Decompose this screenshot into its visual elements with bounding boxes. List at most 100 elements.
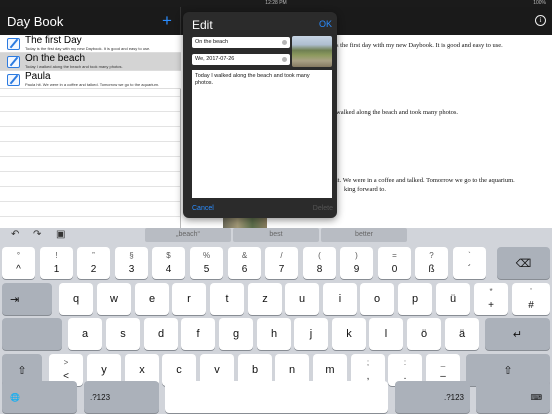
key[interactable]: t (210, 283, 244, 315)
key[interactable]: s (106, 318, 140, 350)
edit-popover: Edit OK On the beach We, 2017-07-26 Toda… (183, 12, 337, 218)
key-label: ä (458, 328, 466, 340)
delete-button[interactable]: Delete (313, 205, 333, 212)
detail-text-line: it. We were in a coffee and talked. Tomo… (336, 177, 515, 184)
suggestion[interactable]: best (233, 228, 319, 242)
key-label: 2 (90, 264, 97, 275)
key-shift-label: & (241, 251, 248, 260)
key[interactable]: g (219, 318, 253, 350)
key-label: r (187, 293, 191, 305)
key[interactable]: § 3 (115, 247, 148, 279)
list-item[interactable]: Paula Paula hit. We were in a coffee and… (0, 71, 181, 89)
entry-title: Paula (25, 71, 51, 82)
key[interactable]: p (398, 283, 432, 315)
key-shift-label: / (280, 251, 283, 260)
numbers-key[interactable]: .?123 (84, 381, 159, 413)
key[interactable]: ! 1 (40, 247, 73, 279)
key[interactable]: r (172, 283, 206, 315)
popover-title: Edit (192, 18, 213, 32)
list-item-selected[interactable]: On the beach Today I walked along the be… (0, 53, 181, 71)
key[interactable]: ? ß (415, 247, 448, 279)
caps-lock-key[interactable] (2, 318, 62, 350)
key-shift-label: : (403, 358, 407, 367)
key[interactable]: * + (474, 283, 508, 315)
numbers-key-right[interactable]: .?123 (395, 381, 470, 413)
key-label: ^ (16, 264, 21, 275)
delete-icon: ⌫ (515, 257, 532, 270)
key-shift-label: ; (366, 358, 370, 367)
key-label: 3 (128, 264, 135, 275)
delete-key[interactable]: ⌫ (497, 247, 550, 279)
notes-textarea[interactable]: Today I walked along the beach and took … (192, 70, 332, 198)
return-key[interactable]: ↵ (485, 318, 550, 350)
info-icon[interactable]: i (535, 15, 546, 26)
key-label: ü (449, 293, 457, 305)
key[interactable]: /7 (265, 247, 298, 279)
keyboard-dismiss-icon: ⌨ (530, 392, 542, 402)
key-label: 8 (316, 264, 323, 275)
suggestion[interactable]: „beach“ (145, 228, 231, 242)
key[interactable]: ' # (512, 283, 550, 315)
detail-text-line: s the first day with my new Daybook. It … (336, 42, 503, 49)
key[interactable]: j (294, 318, 328, 350)
key[interactable]: ö (407, 318, 441, 350)
key-shift-label: ° (16, 251, 21, 260)
key[interactable]: ` ´ (453, 247, 486, 279)
key[interactable]: ü (436, 283, 470, 315)
suggestion[interactable]: better (321, 228, 407, 242)
cancel-button[interactable]: Cancel (192, 205, 214, 212)
ok-button[interactable]: OK (319, 19, 332, 29)
title-field[interactable]: On the beach (192, 37, 290, 48)
key[interactable]: & 6 (228, 247, 261, 279)
space-key[interactable] (165, 381, 388, 413)
clear-icon[interactable] (282, 40, 287, 45)
globe-key[interactable]: 🌐 (2, 381, 77, 413)
key[interactable]: % 5 (190, 247, 223, 279)
redo-icon[interactable]: ↷ (33, 229, 41, 240)
tab-icon: ⇥ (10, 293, 20, 306)
key-label: o (373, 293, 381, 305)
entry-snippet: Today is the first day with my new Daybo… (25, 46, 151, 51)
undo-icon[interactable]: ↶ (11, 229, 19, 240)
key[interactable]: (8 (303, 247, 336, 279)
dismiss-keyboard-key[interactable]: ⌨ (476, 381, 550, 413)
photo-thumbnail[interactable] (292, 36, 332, 67)
key[interactable]: ” 2 (77, 247, 110, 279)
key[interactable]: ) 9 (340, 247, 373, 279)
key-label: h (270, 328, 278, 340)
photo-thumbnail (223, 218, 267, 228)
key[interactable]: w (97, 283, 131, 315)
key[interactable]: k (332, 318, 366, 350)
clear-icon[interactable] (282, 57, 287, 62)
key-label: k (346, 328, 352, 340)
key[interactable]: q (59, 283, 93, 315)
key[interactable]: ä (445, 318, 479, 350)
key[interactable]: a (68, 318, 102, 350)
key-label: 5 (203, 264, 210, 275)
key[interactable]: l (369, 318, 403, 350)
key[interactable]: z (248, 283, 282, 315)
key-shift-label: ! (55, 251, 58, 260)
key[interactable]: e (135, 283, 169, 315)
key-label: t (225, 293, 229, 305)
sidebar-title: Day Book (7, 14, 64, 29)
key[interactable]: f (181, 318, 215, 350)
add-entry-button[interactable]: + (162, 11, 172, 31)
key[interactable]: d (144, 318, 178, 350)
paste-icon[interactable]: ▣ (56, 229, 65, 240)
date-field[interactable]: We, 2017-07-26 (192, 54, 290, 65)
globe-icon: 🌐 (10, 392, 20, 402)
key[interactable]: o (360, 283, 394, 315)
key[interactable]: i (323, 283, 357, 315)
key[interactable]: = 0 (378, 247, 411, 279)
key[interactable]: ° ^ (2, 247, 35, 279)
pencil-icon (7, 38, 20, 50)
key[interactable]: $4 (152, 247, 185, 279)
tab-key[interactable]: ⇥ (2, 283, 52, 315)
key[interactable]: u (285, 283, 319, 315)
key[interactable]: h (257, 318, 291, 350)
key-shift-label: § (129, 251, 134, 260)
key-shift-label: ' (530, 287, 532, 296)
key-label: # (528, 300, 534, 311)
list-item[interactable]: The first Day Today is the first day wit… (0, 35, 181, 53)
